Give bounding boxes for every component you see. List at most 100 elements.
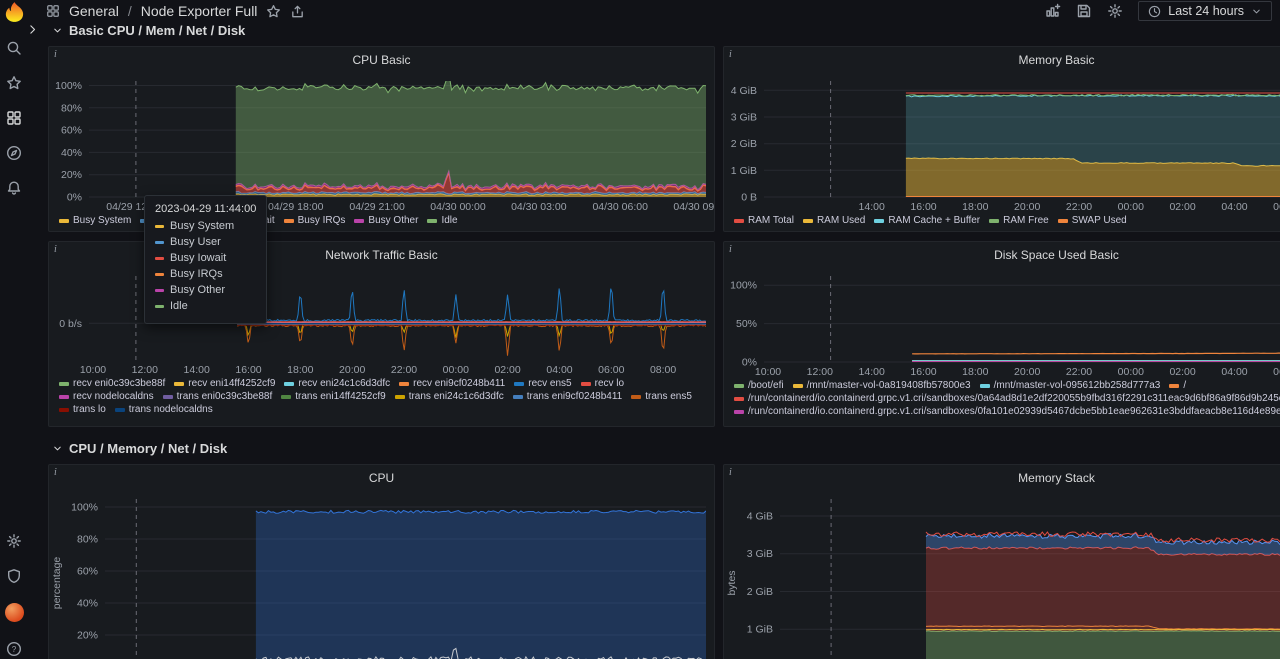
chart-disk-space[interactable]: 0%50%100%10:0012:0014:0016:0018:0020:002… [724, 268, 1280, 378]
legend-item[interactable]: recv nodelocaldns [59, 390, 154, 403]
legend-item[interactable]: recv lo [581, 377, 624, 390]
svg-text:16:00: 16:00 [235, 364, 261, 376]
info-icon[interactable]: i [729, 244, 732, 255]
svg-text:12:00: 12:00 [807, 366, 833, 378]
legend-item[interactable]: trans lo [59, 403, 106, 416]
legend-item[interactable]: recv eni24c1c6d3dfc [284, 377, 390, 390]
chart-cpu-basic[interactable]: 0%20%40%60%80%100%04/29 12:0004/29 15:00… [49, 73, 714, 213]
legend-series-label: /mnt/master-vol-095612bb258d777a3 [994, 379, 1161, 392]
search-icon[interactable] [6, 40, 22, 56]
svg-text:100%: 100% [55, 80, 82, 92]
add-panel-icon[interactable] [1045, 3, 1061, 19]
legend-item[interactable]: trans nodelocaldns [115, 403, 213, 416]
panel-header[interactable]: i Memory Stack [724, 465, 1280, 491]
breadcrumb-folder[interactable]: General [69, 3, 119, 19]
legend-item[interactable]: trans ens5 [631, 390, 692, 403]
legend-series-marker [980, 384, 990, 388]
row-toggle-cpu-memory[interactable]: CPU / Memory / Net / Disk [52, 441, 227, 456]
svg-text:04/30 00:00: 04/30 00:00 [430, 201, 486, 213]
chart-memory-basic[interactable]: 0 B1 GiB2 GiB3 GiB4 GiB14:0016:0018:0020… [724, 73, 1280, 213]
svg-text:3 GiB: 3 GiB [747, 548, 773, 560]
dashboard-settings-icon[interactable] [1107, 3, 1123, 19]
row-toggle-basic[interactable]: Basic CPU / Mem / Net / Disk [52, 23, 245, 38]
legend-item[interactable]: recv ens5 [514, 377, 571, 390]
legend-item[interactable]: recv eni14ff4252cf9 [174, 377, 275, 390]
svg-text:0 b/s: 0 b/s [59, 318, 82, 330]
info-icon[interactable]: i [54, 467, 57, 478]
svg-text:14:00: 14:00 [859, 201, 885, 213]
explore-icon[interactable] [6, 145, 22, 161]
panel-memory-stack: i Memory Stack 1 GiB2 GiB3 GiB4 GiBbytes [723, 464, 1280, 659]
save-dashboard-icon[interactable] [1076, 3, 1092, 19]
legend-item[interactable]: trans eni9cf0248b411 [513, 390, 622, 403]
svg-text:40%: 40% [77, 598, 98, 610]
breadcrumb-dashboard-title[interactable]: Node Exporter Full [141, 3, 258, 19]
row-title: CPU / Memory / Net / Disk [69, 441, 227, 456]
panel-header[interactable]: i CPU Basic [49, 47, 714, 73]
panel-header[interactable]: i Disk Space Used Basic [724, 242, 1280, 268]
legend-item[interactable]: Busy IRQs [284, 214, 346, 227]
dashboards-icon[interactable] [6, 110, 22, 126]
chart-cpu[interactable]: 20%40%60%80%100%percentage [49, 491, 714, 659]
panel-title[interactable]: CPU Basic [352, 53, 410, 67]
configuration-gear-icon[interactable] [6, 533, 22, 549]
legend-item[interactable]: trans eni24c1c6d3dfc [395, 390, 504, 403]
info-icon[interactable]: i [729, 467, 732, 478]
legend-item[interactable]: RAM Used [803, 214, 865, 227]
panel-title[interactable]: Network Traffic Basic [325, 248, 437, 262]
legend-series-marker [1169, 384, 1179, 388]
share-icon[interactable] [290, 4, 305, 19]
legend-item[interactable]: RAM Cache + Buffer [874, 214, 980, 227]
panel-header[interactable]: i CPU [49, 465, 714, 491]
legend-item[interactable]: /run/containerd/io.containerd.grpc.v1.cr… [734, 392, 1280, 405]
svg-text:1 GiB: 1 GiB [747, 624, 773, 636]
legend-item[interactable]: SWAP Used [1058, 214, 1127, 227]
legend-item[interactable]: /mnt/master-vol-0a819408fb57800e3 [793, 379, 971, 392]
favorite-star-icon[interactable] [266, 4, 281, 19]
legend-item[interactable]: RAM Free [989, 214, 1049, 227]
info-icon[interactable]: i [54, 244, 57, 255]
starred-icon[interactable] [6, 75, 22, 91]
sidebar: ? [0, 22, 28, 659]
grafana-logo[interactable] [3, 1, 26, 29]
svg-text:percentage: percentage [51, 557, 63, 610]
legend-item[interactable]: trans eni0c39c3be88f [163, 390, 273, 403]
legend-item[interactable]: trans eni14ff4252cf9 [281, 390, 385, 403]
tooltip-series-label: Busy Other [170, 284, 225, 296]
panel-title[interactable]: CPU [369, 471, 394, 485]
panel-title[interactable]: Memory Stack [1018, 471, 1095, 485]
help-icon[interactable]: ? [6, 641, 22, 657]
legend-item[interactable]: /boot/efi [734, 379, 784, 392]
tooltip-series-marker [155, 225, 164, 228]
legend-item[interactable]: recv eni9cf0248b411 [399, 377, 505, 390]
legend-item[interactable]: recv eni0c39c3be88f [59, 377, 165, 390]
legend-item[interactable]: Busy Other [354, 214, 418, 227]
legend-series-marker [59, 408, 69, 412]
user-avatar[interactable] [5, 603, 24, 622]
legend-item[interactable]: Idle [427, 214, 457, 227]
legend-series-marker [284, 219, 294, 223]
svg-text:20%: 20% [61, 169, 82, 181]
svg-text:3 GiB: 3 GiB [731, 112, 757, 124]
time-range-picker[interactable]: Last 24 hours [1138, 1, 1272, 21]
legend-series-marker [514, 382, 524, 386]
chart-memory-stack[interactable]: 1 GiB2 GiB3 GiB4 GiBbytes [724, 491, 1280, 659]
legend-item[interactable]: Busy System [59, 214, 131, 227]
server-admin-shield-icon[interactable] [6, 568, 22, 584]
sidebar-expand-button[interactable] [26, 23, 39, 36]
legend-series-marker [513, 395, 523, 399]
legend-item[interactable]: RAM Total [734, 214, 794, 227]
svg-text:40%: 40% [61, 147, 82, 159]
info-icon[interactable]: i [729, 49, 732, 60]
panel-title[interactable]: Memory Basic [1018, 53, 1094, 67]
panel-header[interactable]: i Memory Basic [724, 47, 1280, 73]
clock-icon [1148, 5, 1161, 18]
alerting-icon[interactable] [6, 180, 22, 196]
legend-item[interactable]: /run/containerd/io.containerd.grpc.v1.cr… [734, 405, 1280, 418]
legend-series-marker [59, 219, 69, 223]
info-icon[interactable]: i [54, 49, 57, 60]
svg-text:06:00: 06:00 [598, 364, 624, 376]
panel-title[interactable]: Disk Space Used Basic [994, 248, 1119, 262]
legend-item[interactable]: / [1169, 379, 1186, 392]
legend-item[interactable]: /mnt/master-vol-095612bb258d777a3 [980, 379, 1161, 392]
